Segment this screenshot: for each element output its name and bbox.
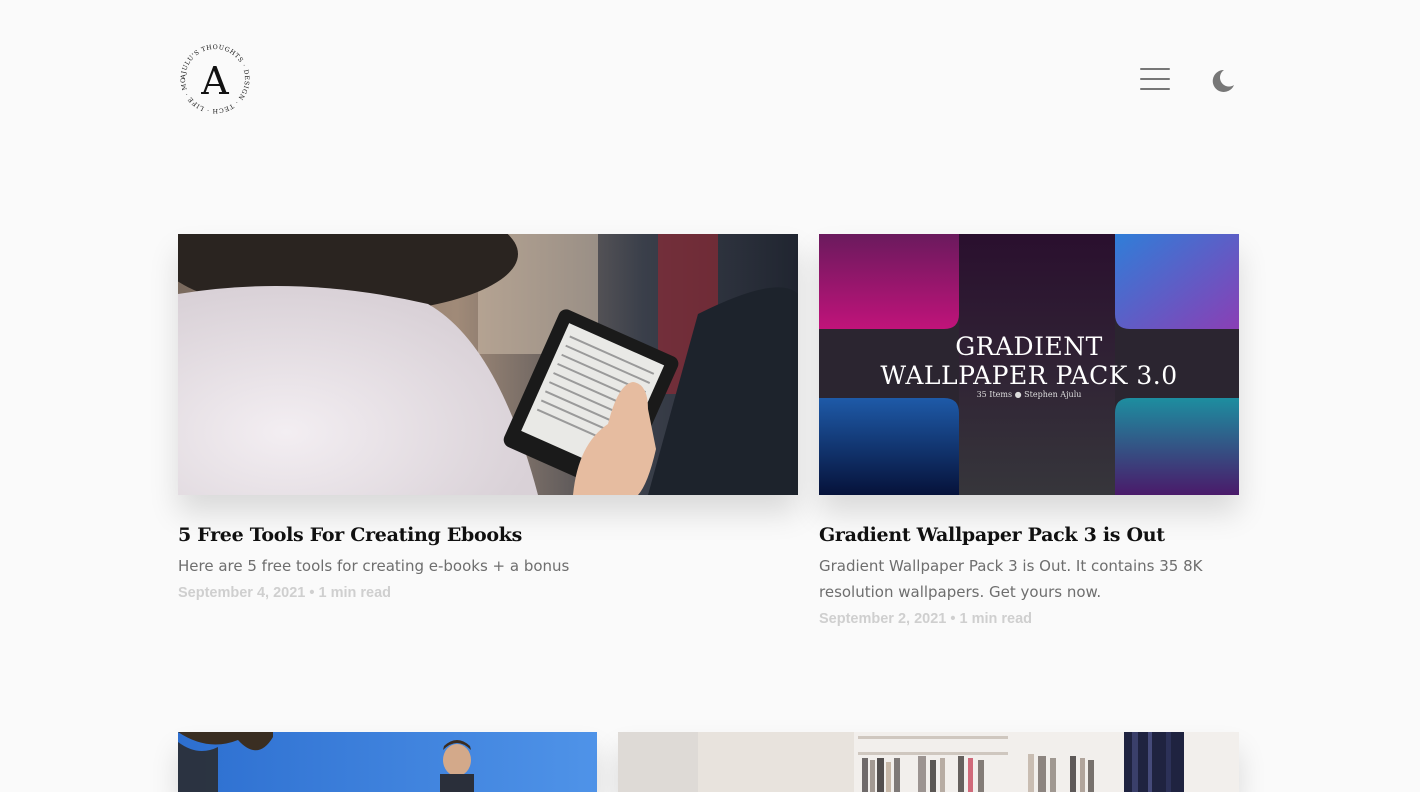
post-title[interactable]: 5 Free Tools For Creating Ebooks bbox=[178, 524, 798, 546]
post-thumbnail-bookshelf[interactable] bbox=[618, 732, 1239, 792]
post-card-ebooks: 5 Free Tools For Creating Ebooks Here ar… bbox=[178, 234, 798, 601]
logo-letter: A bbox=[200, 59, 229, 103]
post-excerpt: Here are 5 free tools for creating e-boo… bbox=[178, 557, 570, 575]
site-header: AJULU'S THOUGHTS · DESIGN · TECH · LIFE … bbox=[178, 42, 1238, 118]
menu-line bbox=[1140, 78, 1170, 80]
post-thumbnail-outdoor-person[interactable] bbox=[178, 732, 597, 792]
post-meta: September 4, 2021 • 1 min read bbox=[178, 585, 392, 601]
post-card-3 bbox=[178, 732, 597, 792]
post-title[interactable]: Gradient Wallpaper Pack 3 is Out bbox=[819, 524, 1239, 546]
wallpaper-image-subtitle: 35 Items ● Stephen Ajulu bbox=[976, 390, 1082, 399]
post-card-4 bbox=[618, 732, 1239, 792]
wallpaper-image-title: GRADIENT WALLPAPER PACK 3.0 bbox=[819, 332, 1239, 390]
menu-line bbox=[1140, 68, 1170, 70]
bookshelf-photo bbox=[618, 732, 1239, 792]
wallpaper-image-title-line2: WALLPAPER PACK 3.0 bbox=[880, 361, 1178, 390]
post-thumbnail-gradient-wallpaper[interactable]: GRADIENT WALLPAPER PACK 3.0 35 Items ● S… bbox=[819, 234, 1239, 495]
menu-line bbox=[1140, 88, 1170, 90]
hamburger-menu-icon[interactable] bbox=[1140, 68, 1170, 92]
wallpaper-image-title-line1: GRADIENT bbox=[955, 332, 1103, 361]
logo-emblem-icon: AJULU'S THOUGHTS · DESIGN · TECH · LIFE … bbox=[178, 42, 249, 114]
post-thumbnail-ebook-reader[interactable] bbox=[178, 234, 798, 495]
post-excerpt: Gradient Wallpaper Pack 3 is Out. It con… bbox=[819, 557, 1203, 601]
ebook-reader-photo bbox=[178, 234, 798, 495]
post-meta: September 2, 2021 • 1 min read bbox=[819, 611, 1033, 627]
outdoor-photo bbox=[178, 732, 597, 792]
dark-mode-moon-icon[interactable] bbox=[1210, 68, 1236, 94]
site-logo[interactable]: AJULU'S THOUGHTS · DESIGN · TECH · LIFE … bbox=[178, 42, 252, 116]
post-card-gradient-wallpapers: GRADIENT WALLPAPER PACK 3.0 35 Items ● S… bbox=[819, 234, 1239, 627]
